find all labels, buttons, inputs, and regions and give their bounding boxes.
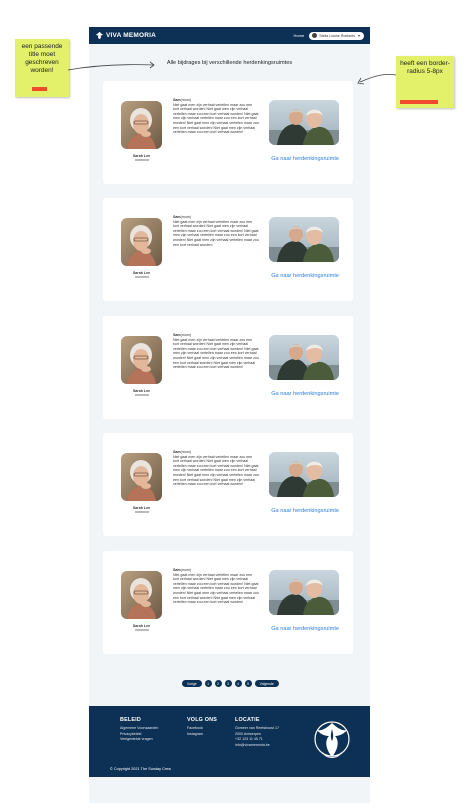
annotation-text: heeft een border-radius 5-8px [400,60,450,75]
author-name: Sam [173,450,181,454]
logo[interactable]: VIVA MEMORIA [95,31,156,40]
author-name: Sam [173,98,181,102]
phoenix-emblem-icon [314,721,350,758]
person-portrait[interactable] [121,336,162,384]
person-dates-placeholder [134,394,149,396]
author-name: Sam [173,568,181,572]
footer-address-street: Gomeer van Reetshoost 17 [235,726,279,730]
author-relation: (mum) [180,568,191,572]
annotation-arrow-left [67,61,155,71]
footer-heading: VOLG ONS [187,717,218,723]
footer-volg-ons: VOLG ONS Facebook Instagram [187,717,217,737]
card-person: Sarah Lee [121,336,162,396]
nav-home-link[interactable]: Home [294,33,305,38]
person-name: Sarah Lee [132,271,151,275]
phoenix-logo-icon [95,31,104,40]
footer-beleid: BELEID Algemene Voorwaarden Privacybelei… [120,717,158,743]
memorial-link[interactable]: Ga naar herdenkingsruimte [271,626,339,632]
pagination-page-3[interactable]: 3 [224,680,232,687]
annotation-text: een passende title moet geschreven worde… [21,43,63,74]
pagination-page-5[interactable]: 5 [244,680,252,687]
person-name: Sarah Lee [132,506,151,510]
pagination-page-2[interactable]: 2 [214,680,222,687]
person-dates-placeholder [134,276,149,278]
person-dates-placeholder [134,159,149,161]
pagination-prev-button[interactable]: Vorige [182,680,202,687]
author-relation: (mum) [180,450,191,454]
message-text: Niet gaat men zijn verhaal vertellen maa… [173,337,259,370]
card-person: Sarah Lee [121,101,162,161]
person-dates-placeholder [134,511,149,513]
copyright: © Copyright 2021 The Sunday Crew [110,767,171,771]
user-avatar-icon [312,33,318,38]
message-text: Niet gaat men zijn verhaal vertellen maa… [173,219,259,247]
card-message: Sam(mum) Niet gaat men zijn verhaal vert… [173,450,259,487]
message-text: Niet gaat men zijn verhaal vertellen maa… [173,572,259,605]
author-relation: (mum) [180,215,191,219]
annotation-note-title: een passende title moet geschreven worde… [15,39,69,97]
person-portrait[interactable] [121,453,162,501]
message-text: Niet gaat men zijn verhaal vertellen maa… [173,454,259,487]
card-message: Sam(mum) Niet gaat men zijn verhaal vert… [173,333,259,370]
annotation-arrow-right [357,74,397,85]
contribution-card: Sarah Lee Sam(mum) Niet gaat men zijn ve… [103,316,353,419]
top-navbar: VIVA MEMORIA Home Stella Louise Roelants… [89,27,370,44]
pagination: Vorige 1 2 3 4 5 Volgende [182,680,279,687]
card-person: Sarah Lee [121,571,162,631]
pagination-page-1[interactable]: 1 [204,680,212,687]
author-relation: (mum) [180,333,191,337]
person-portrait[interactable] [121,218,162,266]
person-name: Sarah Lee [132,154,151,158]
memorial-photo[interactable] [269,335,339,380]
card-person: Sarah Lee [121,453,162,513]
annotation-marker [400,100,438,104]
pagination-page-4[interactable]: 4 [234,680,242,687]
footer-link-faq[interactable]: Veelgestelde vragen [120,737,158,743]
memorial-photo[interactable] [269,452,339,497]
user-menu-dropdown[interactable]: Stella Louise Roelants ▾ [309,31,364,40]
user-name: Stella Louise Roelants [319,33,355,38]
memorial-link[interactable]: Ga naar herdenkingsruimte [271,508,339,514]
memorial-link[interactable]: Ga naar herdenkingsruimte [271,273,339,279]
contribution-card: Sarah Lee Sam(mum) Niet gaat men zijn ve… [103,433,353,536]
logo-text: VIVA MEMORIA [106,32,157,39]
person-portrait[interactable] [121,571,162,619]
card-person: Sarah Lee [121,218,162,278]
footer-heading: BELEID [120,717,141,723]
annotation-note-radius: heeft een border-radius 5-8px [396,56,454,108]
card-message: Sam(mum) Niet gaat men zijn verhaal vert… [173,215,259,247]
author-name: Sam [173,333,181,337]
card-message: Sam(mum) Niet gaat men zijn verhaal vert… [173,98,259,135]
person-name: Sarah Lee [132,624,151,628]
message-text: Niet gaat men zijn verhaal vertellen maa… [173,102,259,135]
contribution-card: Sarah Lee Sam(mum) Niet gaat men zijn ve… [103,81,353,184]
footer-link-terms[interactable]: Algemene Voorwaarden [120,726,158,732]
memorial-photo[interactable] [269,570,339,615]
footer-heading: LOCATIE [235,717,260,723]
person-portrait[interactable] [121,101,162,149]
contribution-card: Sarah Lee Sam(mum) Niet gaat men zijn ve… [103,198,353,301]
person-name: Sarah Lee [132,389,151,393]
card-message: Sam(mum) Niet gaat men zijn verhaal vert… [173,568,259,605]
footer-link-instagram[interactable]: Instagram [187,732,217,738]
memorial-link[interactable]: Ga naar herdenkingsruimte [271,156,339,162]
person-dates-placeholder [134,629,149,631]
author-relation: (mum) [180,98,191,102]
author-name: Sam [173,215,181,219]
footer-locatie: LOCATIE Gomeer van Reetshoost 17 2000 An… [235,717,279,748]
memorial-link[interactable]: Ga naar herdenkingsruimte [271,391,339,397]
chevron-down-icon: ▾ [357,33,360,38]
contribution-card: Sarah Lee Sam(mum) Niet gaat men zijn ve… [103,551,353,654]
pagination-next-button[interactable]: Volgende [254,680,279,687]
footer-email[interactable]: info@vivamemoria.be [235,743,279,749]
annotation-marker [32,87,47,91]
memorial-photo[interactable] [269,100,339,145]
memorial-photo[interactable] [269,217,339,262]
